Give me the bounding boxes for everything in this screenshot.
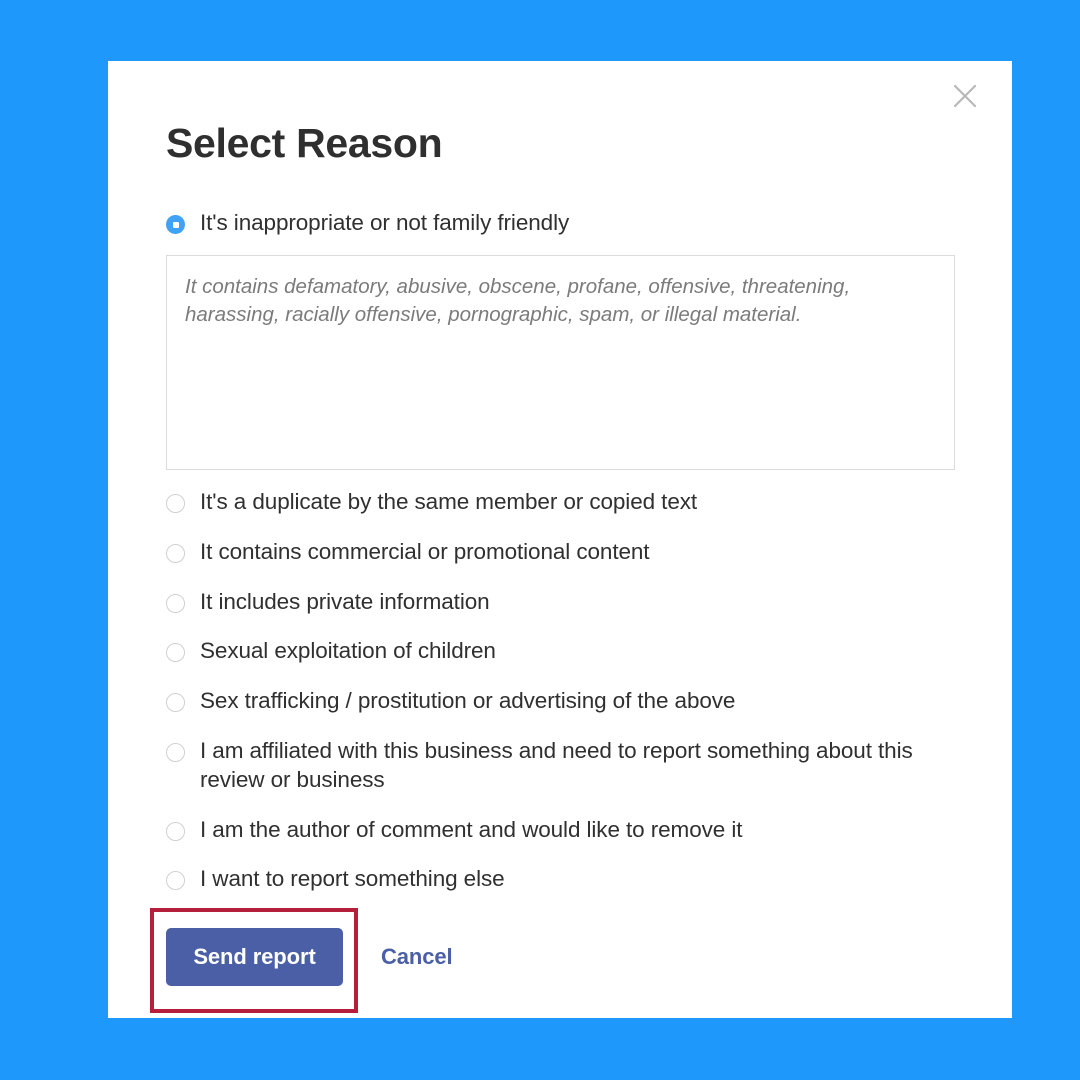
radio-button[interactable] — [166, 821, 185, 841]
radio-option-inappropriate[interactable]: It's inappropriate or not family friendl… — [166, 209, 966, 238]
cancel-button[interactable]: Cancel — [381, 944, 453, 970]
radio-option-label: It includes private information — [200, 588, 490, 614]
radio-option-affiliated-business[interactable]: I am affiliated with this business and n… — [166, 737, 976, 795]
radio-option-label: It contains commercial or promotional co… — [200, 538, 650, 564]
radio-option-label: I am affiliated with this business and n… — [200, 737, 913, 792]
radio-button[interactable] — [166, 693, 185, 713]
reason-options-top: It's inappropriate or not family friendl… — [166, 209, 966, 238]
radio-option-label: It's a duplicate by the same member or c… — [200, 489, 698, 514]
reason-details-input[interactable] — [166, 255, 955, 470]
radio-button[interactable] — [166, 643, 185, 663]
page-title: Select Reason — [166, 120, 443, 166]
radio-option-sex-trafficking[interactable]: Sex trafficking / prostitution or advert… — [166, 687, 976, 716]
radio-button[interactable] — [166, 593, 185, 613]
radio-option-label: Sex trafficking / prostitution or advert… — [200, 688, 736, 714]
radio-button[interactable] — [166, 742, 185, 762]
radio-option-author-removal[interactable]: I am the author of comment and would lik… — [166, 816, 976, 845]
send-report-button[interactable]: Send report — [166, 928, 343, 986]
reason-options-list: It's a duplicate by the same member or c… — [166, 488, 976, 915]
radio-option-something-else[interactable]: I want to report something else — [166, 865, 976, 894]
close-icon[interactable] — [942, 73, 988, 119]
radio-option-private-information[interactable]: It includes private information — [166, 588, 976, 617]
radio-option-duplicate[interactable]: It's a duplicate by the same member or c… — [166, 488, 976, 517]
radio-option-label: Sexual exploitation of children — [200, 638, 496, 664]
radio-option-commercial[interactable]: It contains commercial or promotional co… — [166, 538, 976, 567]
radio-option-label: It's inappropriate or not family friendl… — [200, 210, 570, 235]
radio-option-label: I want to report something else — [200, 866, 505, 892]
radio-button[interactable] — [166, 871, 185, 891]
radio-button[interactable] — [166, 494, 185, 513]
radio-button[interactable] — [166, 543, 185, 563]
radio-option-label: I am the author of comment and would lik… — [200, 816, 743, 842]
dialog-actions: Send report Cancel — [166, 928, 453, 986]
radio-option-sexual-exploitation[interactable]: Sexual exploitation of children — [166, 637, 976, 666]
select-reason-dialog: Select Reason It's inappropriate or not … — [108, 61, 1012, 1018]
screenshot-root: Select Reason It's inappropriate or not … — [0, 0, 1080, 1080]
radio-button-selected[interactable] — [166, 215, 185, 234]
